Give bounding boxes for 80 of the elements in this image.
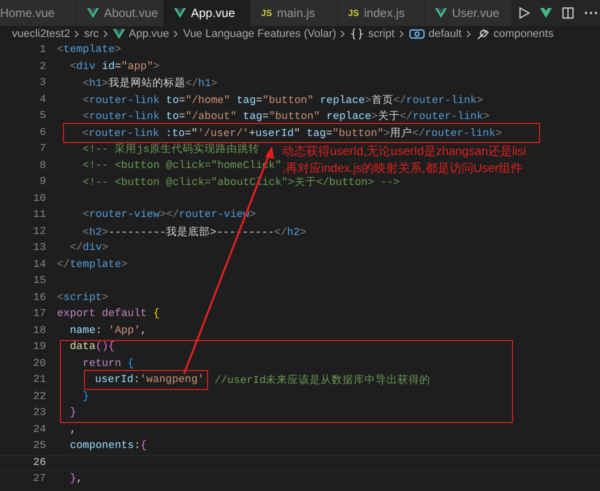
chevron-icon: [102, 30, 109, 38]
line-number: 18: [32, 324, 47, 337]
line-number: 7: [38, 143, 47, 156]
chevron-icon: [74, 30, 80, 38]
vue-logo-icon: [87, 8, 99, 18]
line-number: 9: [38, 176, 47, 188]
code-line: export default {: [57, 308, 160, 320]
line-number: 20: [32, 358, 47, 370]
annotation-text: 动态获得userId,无论userId是zhangsan还是lisi ,再对应index.js的映射关系,都是访问User组件: [282, 143, 526, 177]
line-number: 25: [32, 440, 47, 452]
line-number: 21: [32, 374, 47, 386]
code-line: },: [70, 473, 83, 486]
line-number: 16: [32, 292, 47, 304]
code-line: </template>: [57, 258, 128, 271]
chevron-icon: [340, 30, 346, 38]
line-number: 2: [38, 60, 47, 73]
breadcrumb-item[interactable]: vuecli2test2: [12, 28, 70, 40]
code-line: </div>: [70, 242, 108, 254]
editor-tab[interactable]: JS main.js: [251, 0, 338, 26]
code-line: <div id="app">: [70, 60, 160, 73]
line-number: 26: [32, 456, 47, 469]
editor-tab[interactable]: App.vue: [164, 0, 251, 26]
run-icon[interactable]: [518, 7, 530, 19]
code-line: <router-link to="/about" tag="button" replace>关于</router-link>: [82, 109, 490, 124]
code-line: userId:'wangpeng': [94, 374, 204, 386]
line-number: 13: [32, 242, 47, 254]
vue-logo-icon[interactable]: [540, 7, 552, 19]
code-line: <router-link :to="'/user/'+userId" tag="button">用户</router-link>: [82, 126, 502, 140]
code-line: <h1>我是网站的标题</h1>: [82, 76, 218, 90]
breadcrumb-item[interactable]: Vue Language Features (Volar): [183, 28, 336, 40]
line-number: 10: [32, 192, 47, 205]
editor-tab[interactable]: Home.vue: [0, 0, 77, 26]
vue-logo-icon: [112, 29, 125, 39]
line-number: 6: [38, 126, 47, 139]
breadcrumb-item[interactable]: default: [428, 28, 462, 40]
line-number: 1: [38, 44, 47, 56]
editor-tab[interactable]: About.vue: [77, 0, 164, 26]
code-line: ,: [70, 424, 76, 436]
braces-icon: [350, 28, 364, 40]
code-line: <router-link to="/home" tag="button" replace>首页</router-link>: [82, 94, 484, 107]
line-number: 19: [32, 341, 47, 354]
breadcrumb-item[interactable]: App.vue: [128, 28, 170, 40]
code-line: return {: [82, 358, 134, 370]
line-number: 17: [32, 308, 47, 320]
line-number: 15: [32, 275, 47, 288]
line-number: 8: [38, 160, 47, 172]
code-line: }: [70, 407, 76, 420]
line-number: 12: [32, 226, 47, 238]
code-line: }: [82, 390, 90, 403]
code-line: <!-- 采用js原生代码实现路由跳转: [82, 142, 260, 156]
vue-logo-icon: [435, 8, 447, 18]
file-type-label: JS: [348, 8, 360, 18]
code-line: components:{: [70, 440, 147, 452]
line-number: 3: [38, 77, 47, 90]
chevron-icon: [398, 30, 405, 38]
line-number: 11: [32, 209, 47, 222]
chevron-icon: [466, 30, 472, 38]
module-icon: [408, 28, 425, 40]
editor-tab[interactable]: JS index.js: [338, 0, 425, 26]
chevron-icon: [173, 30, 180, 38]
line-number: 4: [38, 94, 47, 106]
breadcrumb-item[interactable]: script: [368, 28, 395, 40]
editor-tab[interactable]: User.vue: [425, 0, 512, 26]
line-number: 14: [32, 258, 47, 271]
line-number: 24: [32, 424, 47, 436]
breadcrumb-item[interactable]: src: [84, 28, 99, 40]
file-type-label: JS: [261, 8, 272, 18]
line-number: 22: [32, 390, 47, 403]
vue-logo-icon: [174, 8, 186, 18]
split-editor-icon[interactable]: [562, 7, 574, 19]
line-number: 23: [32, 407, 47, 420]
breadcrumb-item[interactable]: components: [494, 28, 554, 40]
line-number: 5: [38, 110, 47, 122]
line-number: 27: [32, 473, 47, 486]
code-line: name: 'App',: [70, 324, 147, 337]
code-line: data(){: [70, 341, 115, 354]
wrench-icon: [476, 27, 490, 41]
code-line: <template>: [57, 44, 122, 56]
code-line: <script>: [57, 292, 108, 304]
code-comment: //userId未来应该是从数据库中导出获得的: [214, 373, 431, 388]
